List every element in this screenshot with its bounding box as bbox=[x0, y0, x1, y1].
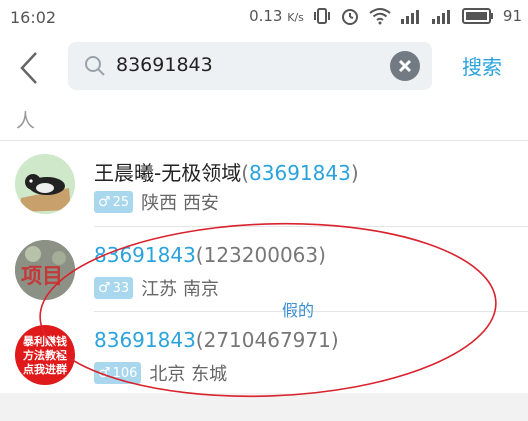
annotation-label: 假的 bbox=[282, 301, 315, 320]
network-speed: 0.13 K/s bbox=[249, 7, 304, 25]
status-bar: 16:02 0.13 K/s 91 bbox=[0, 0, 528, 36]
male-icon: ♂ bbox=[98, 365, 111, 381]
contact-name: 83691843(2710467971) bbox=[94, 328, 339, 352]
close-icon bbox=[398, 59, 412, 73]
contact-location: 陕西 西安 bbox=[141, 193, 219, 214]
contact-location: 北京 东城 bbox=[149, 364, 228, 385]
list-item[interactable]: 王晨曦-无极领域(83691843) ♂ 25 陕西 西安 bbox=[0, 141, 528, 225]
search-box[interactable]: 83691843 bbox=[68, 42, 432, 90]
wifi-icon bbox=[369, 7, 391, 25]
contact-number: 83691843 bbox=[94, 243, 196, 267]
male-icon: ♂ bbox=[98, 280, 111, 296]
avatar: 项目 bbox=[15, 240, 75, 300]
male-icon: ♂ bbox=[98, 194, 111, 210]
contact-name: 83691843(123200063) bbox=[94, 243, 326, 267]
alarm-icon bbox=[340, 6, 360, 26]
chevron-left-icon bbox=[20, 52, 37, 84]
gender-age-badge: ♂ 25 bbox=[94, 191, 134, 213]
avatar bbox=[15, 154, 75, 214]
gender-age-badge: ♂ 33 bbox=[94, 277, 134, 299]
battery-icon bbox=[461, 7, 494, 25]
avatar: 暴利赚钱 方法教程 点我进群 bbox=[15, 325, 75, 385]
gender-age-badge: ♂ 106 bbox=[94, 362, 142, 384]
contact-meta: ♂ 25 陕西 西安 bbox=[94, 189, 219, 215]
search-input[interactable]: 83691843 bbox=[116, 54, 213, 76]
status-time: 16:02 bbox=[10, 8, 57, 27]
back-button[interactable] bbox=[16, 48, 46, 88]
contact-name: 王晨曦-无极领域(83691843) bbox=[94, 161, 359, 185]
clear-search-button[interactable] bbox=[390, 51, 420, 81]
list-item[interactable]: 项目 83691843(123200063) ♂ 33 江苏 南京 bbox=[0, 227, 528, 311]
signal-4g-icon bbox=[400, 7, 422, 25]
contact-meta: ♂ 33 江苏 南京 bbox=[94, 275, 219, 301]
signal-icon bbox=[431, 7, 453, 25]
search-button[interactable]: 搜索 bbox=[462, 51, 502, 80]
status-icons: 0.13 K/s 91 bbox=[249, 6, 522, 26]
contact-meta: ♂ 106 北京 东城 bbox=[94, 360, 227, 386]
contact-number: 83691843 bbox=[249, 161, 351, 185]
search-header: 83691843 搜索 bbox=[0, 36, 528, 98]
contact-number: 83691843 bbox=[94, 328, 196, 352]
vibrate-icon bbox=[313, 7, 331, 25]
contact-location: 江苏 南京 bbox=[141, 279, 219, 300]
list-item[interactable]: 暴利赚钱 方法教程 点我进群 83691843(2710467971) ♂ 106… bbox=[0, 312, 528, 396]
list-footer bbox=[0, 393, 528, 421]
battery-level: 91 bbox=[502, 7, 522, 25]
section-title-people: 人 bbox=[16, 110, 36, 132]
search-icon bbox=[84, 55, 106, 81]
